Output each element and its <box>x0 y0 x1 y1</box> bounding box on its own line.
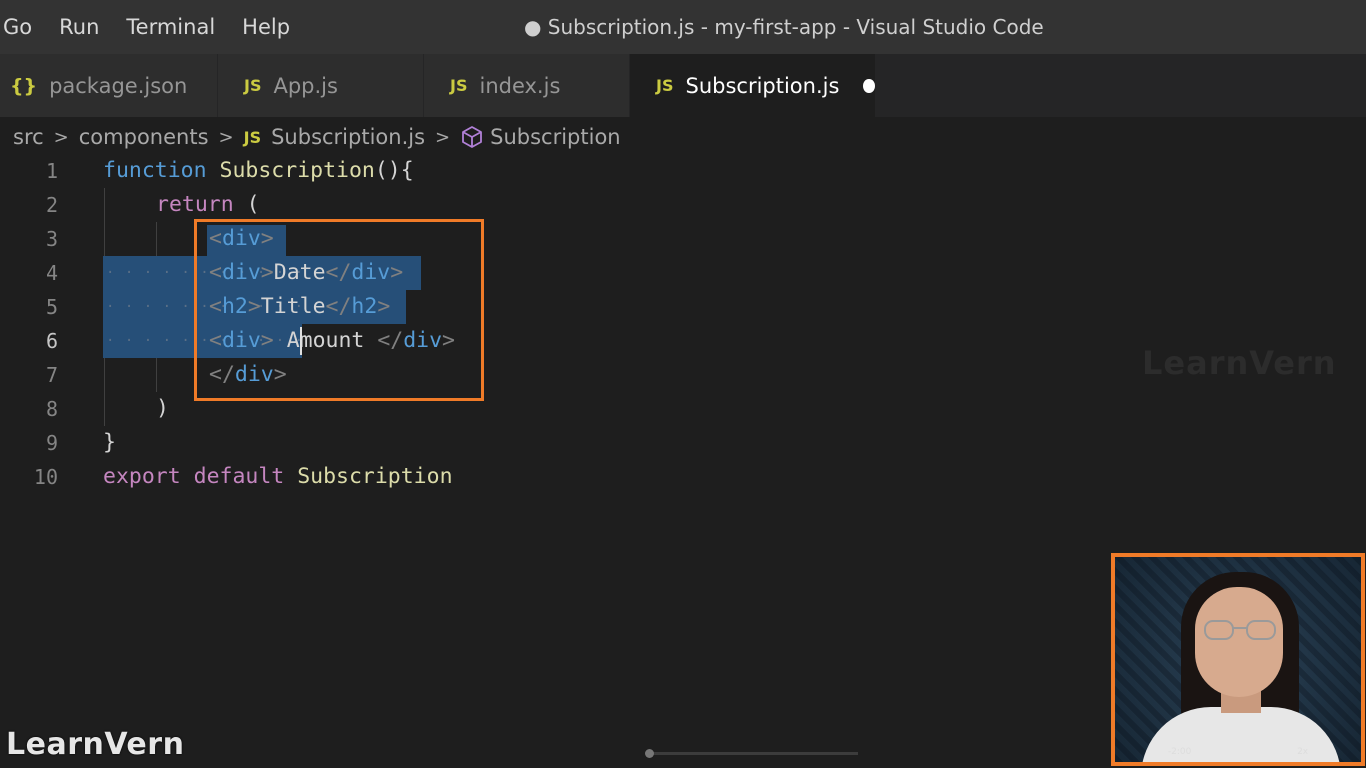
breadcrumb: src > components > JS Subscription.js > … <box>13 121 621 153</box>
code-line: 9 } <box>0 426 1100 460</box>
punctuation: ) <box>156 396 169 421</box>
punctuation: ( <box>233 192 260 217</box>
presenter-face <box>1195 587 1283 697</box>
chevron-right-icon: > <box>53 126 69 148</box>
title-bar: Go Run Terminal Help ● Subscription.js -… <box>0 0 1366 54</box>
playback-speed[interactable]: 2x <box>1297 747 1308 757</box>
keyword: function <box>103 158 207 183</box>
keyword: export <box>103 464 181 489</box>
watermark-logo: LearnVern <box>1142 344 1337 382</box>
json-file-icon: {} <box>10 74 38 97</box>
horizontal-scrollbar[interactable] <box>648 752 858 755</box>
line-content: return ( <box>156 188 260 222</box>
code-line: 8 ) <box>0 392 1100 426</box>
breadcrumb-src[interactable]: src <box>13 125 44 149</box>
line-number: 5 <box>45 295 58 319</box>
keyword: default <box>193 464 285 489</box>
editor-tab-bar: {} package.json JS App.js JS index.js JS… <box>0 54 1366 117</box>
chevron-right-icon: > <box>218 126 234 148</box>
js-file-icon: JS <box>243 127 262 147</box>
tab-label: App.js <box>273 73 338 98</box>
line-number: 2 <box>45 193 58 217</box>
line-number: 6 <box>45 329 58 353</box>
tab-index-js[interactable]: JS index.js <box>424 54 630 117</box>
code-line: 4 <div>Date</div> <box>0 256 1100 290</box>
menu-terminal[interactable]: Terminal <box>126 15 215 39</box>
unsaved-dot-icon[interactable] <box>863 78 875 93</box>
line-number: 8 <box>45 397 58 421</box>
brand-logo: LearnVern <box>6 727 185 762</box>
line-number: 9 <box>45 431 58 455</box>
code-line: 3 <div> <box>0 222 1100 256</box>
code-line: 1 function Subscription(){ <box>0 154 1100 188</box>
line-number: 3 <box>45 227 58 251</box>
chevron-right-icon: > <box>435 126 451 148</box>
line-number: 10 <box>33 465 58 489</box>
menu-bar: Go Run Terminal Help <box>0 0 317 54</box>
annotation-highlight-box <box>194 219 484 401</box>
js-file-icon: JS <box>656 76 674 95</box>
window-title: ● Subscription.js - my-first-app - Visua… <box>524 15 1044 39</box>
webcam-overlay: -2:00 2x <box>1111 553 1365 766</box>
line-content: export default Subscription <box>103 460 453 494</box>
tab-package-json[interactable]: {} package.json <box>0 54 218 117</box>
punctuation: (){ <box>374 158 414 183</box>
line-content: ) <box>156 392 169 426</box>
menu-help[interactable]: Help <box>242 15 290 39</box>
tab-label: index.js <box>479 73 561 98</box>
line-number: 7 <box>45 363 58 387</box>
keyword: return <box>156 192 234 217</box>
tab-label: Subscription.js <box>685 73 840 98</box>
video-controls: -2:00 2x <box>1115 742 1361 762</box>
code-line: 7 </div> <box>0 358 1100 392</box>
line-number: 1 <box>45 159 58 183</box>
glasses-icon <box>1204 620 1276 640</box>
breadcrumb-symbol[interactable]: Subscription <box>490 125 620 149</box>
tab-subscription-js[interactable]: JS Subscription.js <box>630 54 876 117</box>
line-number: 4 <box>45 261 58 285</box>
code-line: 10 export default Subscription <box>0 460 1100 494</box>
menu-go[interactable]: Go <box>3 15 32 39</box>
code-line: 5 <h2>Title</h2> <box>0 290 1100 324</box>
function-name: Subscription <box>219 158 375 183</box>
menu-run[interactable]: Run <box>59 15 99 39</box>
time-remaining[interactable]: -2:00 <box>1168 747 1191 757</box>
tab-label: package.json <box>49 73 188 98</box>
breadcrumb-components[interactable]: components <box>79 125 209 149</box>
js-file-icon: JS <box>450 76 468 95</box>
code-line: 2 return ( <box>0 188 1100 222</box>
line-content: } <box>103 426 116 460</box>
code-line: 6 <div> Amount </div> <box>0 324 1100 358</box>
symbol-cube-icon <box>462 126 483 148</box>
tab-app-js[interactable]: JS App.js <box>218 54 424 117</box>
js-file-icon: JS <box>244 76 262 95</box>
scrollbar-thumb[interactable] <box>645 749 654 758</box>
line-content: function Subscription(){ <box>103 154 414 188</box>
identifier: Subscription <box>297 464 453 489</box>
punctuation: } <box>103 430 116 455</box>
breadcrumb-file[interactable]: Subscription.js <box>271 125 425 149</box>
